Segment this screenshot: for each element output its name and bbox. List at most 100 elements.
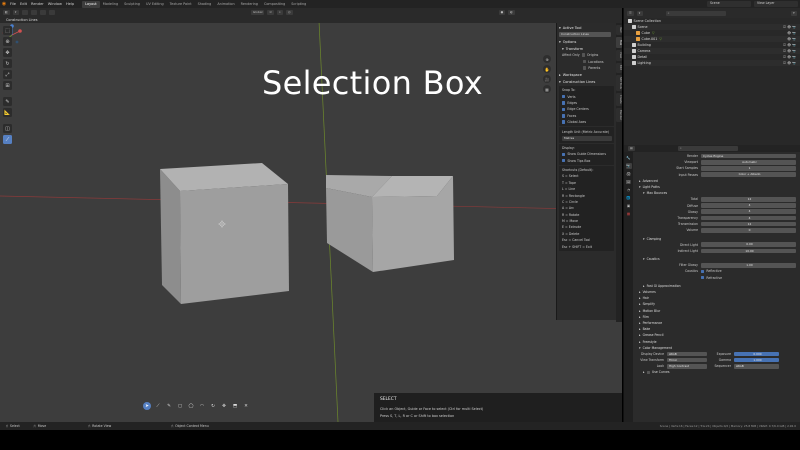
rotate-icon[interactable]: ↻	[209, 402, 217, 410]
construction-lines-tool-icon[interactable]: ⟋	[3, 135, 12, 144]
rectangle-tool-icon[interactable]: ▢	[176, 402, 184, 410]
select-box-tool-icon[interactable]: ⬚	[3, 26, 12, 35]
workspace-tab-rendering[interactable]: Rendering	[238, 1, 261, 8]
menu-edit[interactable]: Edit	[18, 2, 29, 6]
sidebar-tab-create[interactable]: Create	[616, 93, 622, 106]
camera-view-icon[interactable]: 🎥	[543, 75, 551, 83]
select-tool-icon[interactable]: ➤	[143, 402, 151, 410]
property-field[interactable]: 0.00	[701, 242, 796, 248]
3d-viewport[interactable]: Selection Box	[0, 23, 622, 422]
annotate-tool-icon[interactable]: ✎	[3, 97, 12, 106]
active-tool-section-header[interactable]: ▾ Active Tool	[559, 24, 614, 31]
visibility-toggles[interactable]: ☑ 👁 📷	[783, 55, 796, 59]
options-section-header[interactable]: ▾ Options	[559, 38, 614, 45]
circle-tool-icon[interactable]: ◯	[187, 402, 195, 410]
add-menu[interactable]	[39, 9, 46, 15]
view-layer-selector[interactable]: View Layer	[754, 1, 798, 7]
workspace-tab-sculpting[interactable]: Sculpting	[121, 1, 143, 8]
affect-origins-checkbox[interactable]	[581, 53, 586, 57]
snap-edges-checkbox[interactable]	[562, 101, 566, 105]
viewport-shading-material-icon[interactable]: ◐	[508, 9, 515, 15]
move-icon[interactable]: ✥	[220, 402, 228, 410]
add-cube-tool-icon[interactable]: ◫	[3, 124, 12, 133]
workspace-tab-shading[interactable]: Shading	[195, 1, 215, 8]
length-unit-dropdown[interactable]: Metres	[562, 135, 612, 141]
look-dropdown[interactable]: High Contrast	[667, 363, 707, 369]
collection-tab-icon[interactable]: ▣	[626, 203, 632, 209]
visibility-toggles[interactable]: ☑ 👁 📷	[783, 49, 796, 53]
measure-tool-icon[interactable]: 📐	[3, 108, 12, 117]
world-tab-icon[interactable]: 🌐	[626, 195, 632, 201]
render-engine-dropdown[interactable]: Cycles Engine	[701, 153, 796, 159]
visibility-toggles[interactable]: 👁 📷	[787, 37, 796, 41]
affect-locations-checkbox[interactable]	[583, 59, 587, 64]
property-field[interactable]: 1.00	[701, 262, 796, 268]
menu-window[interactable]: Window	[46, 2, 64, 6]
line-tool-icon[interactable]: ✎	[165, 402, 173, 410]
properties-search-input[interactable]: ⌕	[677, 146, 738, 151]
texture-tab-icon[interactable]: ▦	[626, 211, 632, 217]
construction-lines-section-header[interactable]: ▾ Construction Lines	[559, 78, 614, 85]
blender-logo-icon[interactable]: ◉	[0, 0, 8, 8]
output-tab-icon[interactable]: 🖨	[626, 171, 632, 177]
scale-tool-icon[interactable]: ⤢	[3, 70, 12, 79]
workspace-tab-animation[interactable]: Animation	[214, 1, 237, 8]
snap-global-axes-checkbox[interactable]	[562, 120, 566, 124]
property-field[interactable]: 12	[701, 197, 796, 202]
editor-type-button[interactable]: ◧	[3, 9, 10, 15]
render-tab-icon[interactable]: 📷	[625, 163, 632, 169]
property-checkbox[interactable]	[701, 269, 705, 274]
property-field[interactable]: 12	[701, 221, 796, 227]
display-device-dropdown[interactable]: sRGB	[667, 351, 707, 357]
scene-selector[interactable]: Scene	[707, 1, 751, 7]
tool-tab-icon[interactable]: 🔧	[626, 155, 632, 161]
sidebar-tab-tool[interactable]: Tool	[616, 37, 622, 48]
sidebar-tab-edit[interactable]: Edit	[616, 63, 622, 73]
snap-faces-checkbox[interactable]	[562, 114, 566, 118]
property-field[interactable]: Color + Albedo	[701, 172, 796, 177]
snap-verts-checkbox[interactable]	[562, 94, 566, 99]
transform-tool-icon[interactable]: ⊞	[3, 81, 12, 90]
active-tool-field[interactable]: Construction Lines	[559, 32, 611, 37]
visibility-toggles[interactable]: ☑ 👁 📷	[783, 43, 796, 47]
select-menu[interactable]	[30, 9, 37, 15]
move-tool-icon[interactable]: ✥	[3, 48, 12, 57]
extrude-icon[interactable]: ⬒	[231, 402, 239, 410]
outliner-search-input[interactable]: ⌕	[665, 10, 726, 16]
outliner-editor-type-icon[interactable]: ☰	[627, 10, 634, 16]
properties-editor-type-icon[interactable]: ▤	[628, 146, 635, 151]
exposure-slider[interactable]: 0.000	[734, 351, 779, 357]
workspace-tab-modeling[interactable]: Modeling	[100, 1, 121, 8]
property-field[interactable]: 0	[701, 228, 796, 233]
use-curves-row[interactable]: ▸ Use Curves	[637, 369, 799, 375]
workspace-section-header[interactable]: ▸ Workspace	[559, 71, 614, 78]
rotate-tool-icon[interactable]: ↻	[3, 59, 12, 68]
workspace-tab-texture-paint[interactable]: Texture Paint	[167, 1, 195, 8]
snap-edge-centers-checkbox[interactable]	[562, 107, 566, 112]
menu-file[interactable]: File	[8, 2, 18, 6]
view-layer-tab-icon[interactable]: 🖼	[626, 179, 632, 185]
view-transform-dropdown[interactable]: Filmic	[667, 357, 707, 363]
view-menu[interactable]	[21, 9, 28, 15]
pivot-icon[interactable]: ⊙	[267, 9, 274, 15]
sidebar-tab-blender[interactable]: Blender	[616, 108, 622, 122]
viewport-shading-solid-icon[interactable]: ●	[498, 9, 506, 15]
gamma-slider[interactable]: 1.000	[734, 357, 779, 363]
tape-tool-icon[interactable]: ⟋	[154, 402, 162, 410]
menu-help[interactable]: Help	[64, 2, 76, 6]
property-field[interactable]: 4	[701, 209, 796, 215]
arc-tool-icon[interactable]: ◠	[198, 402, 206, 410]
zoom-icon[interactable]: ⊕	[543, 55, 551, 63]
property-field[interactable]: 10.00	[701, 248, 796, 254]
property-field[interactable]: 4	[701, 203, 796, 208]
show-tips-box-checkbox[interactable]	[562, 158, 566, 163]
perspective-grid-icon[interactable]: ▦	[543, 85, 551, 93]
sequencer-dropdown[interactable]: sRGB	[734, 363, 779, 369]
property-field[interactable]: 4	[701, 215, 796, 221]
workspace-tab-layout[interactable]: Layout	[82, 0, 100, 8]
property-field[interactable]: Automatic	[701, 159, 796, 165]
workspace-tab-uv-editing[interactable]: UV Editing	[143, 1, 167, 8]
transform-orientation-dropdown[interactable]: Global	[250, 9, 265, 15]
object-mode-dropdown[interactable]: ▾	[12, 9, 19, 15]
visibility-toggles[interactable]: 👁 📷	[787, 31, 796, 35]
